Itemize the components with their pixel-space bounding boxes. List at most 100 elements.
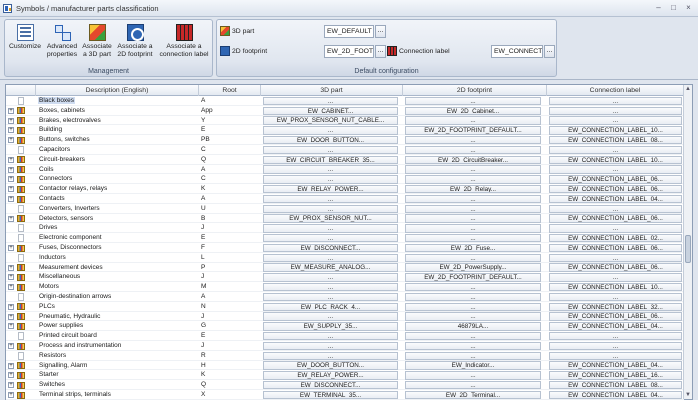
expand-toggle[interactable]: + [8,341,15,351]
description-cell[interactable]: Resistors [38,351,198,361]
expand-toggle[interactable]: + [8,302,15,312]
root-cell[interactable]: X [200,390,260,400]
2d-footprint-button[interactable]: ... [405,96,541,106]
description-cell[interactable]: Switches [38,380,198,390]
3d-part-button[interactable]: ... [263,331,398,341]
expand-icon[interactable]: + [8,156,14,163]
default-2d-footprint-browse-button[interactable]: ... [375,45,386,58]
2d-footprint-button[interactable]: EW_Indicator... [405,361,541,370]
2d-footprint-button[interactable]: ... [405,253,541,262]
expand-toggle[interactable]: + [8,135,15,145]
2d-footprint-button[interactable]: ... [405,380,541,390]
table-row[interactable]: + Buttons, switches PB EW_DOOR_BUTTON......… [6,135,684,145]
3d-part-button[interactable]: EW_CIRCUIT_BREAKER_35... [263,155,398,164]
2d-footprint-button[interactable]: ... [405,204,541,213]
3d-part-button[interactable]: ... [263,351,398,360]
description-cell[interactable]: Measurement devices [38,263,198,273]
root-cell[interactable]: K [200,370,260,380]
expand-toggle[interactable]: + [8,165,15,175]
connection-label-button[interactable]: EW_CONNECTION_LABEL_04... [549,361,682,370]
description-cell[interactable]: PLCs [38,302,198,312]
expand-icon[interactable]: + [8,166,14,173]
connection-label-button[interactable]: ... [549,292,682,302]
default-3d-part-field[interactable]: EW_DEFAULT [324,25,374,38]
associate-2d-footprint-button[interactable]: Associate a 2D footprint [114,24,156,59]
connection-label-button[interactable]: ... [549,273,682,282]
description-cell[interactable]: Origin-destination arrows [38,292,198,302]
2d-footprint-button[interactable]: EW_2D_Relay... [405,184,541,194]
connection-label-button[interactable]: EW_CONNECTION_LABEL_08... [549,380,682,390]
expand-icon[interactable]: + [8,264,14,271]
3d-part-button[interactable]: ... [263,175,398,184]
default-connection-label-field[interactable]: EW_CONNECT [491,45,543,58]
connection-label-button[interactable]: EW_CONNECTION_LABEL_06... [549,263,682,272]
expand-icon[interactable]: + [8,362,14,369]
table-row[interactable]: + Boxes, cabinets App EW_CABINET... EW_2D_Ca… [6,106,684,116]
description-cell[interactable]: Boxes, cabinets [38,106,198,116]
description-cell[interactable]: Electronic component [38,233,198,243]
connection-label-button[interactable]: ... [549,253,682,262]
connection-label-button[interactable]: EW_CONNECTION_LABEL_02... [549,233,682,243]
root-cell[interactable]: K [200,184,260,194]
root-cell[interactable]: J [200,223,260,233]
2d-footprint-button[interactable]: ... [405,116,541,125]
2d-footprint-button[interactable]: EW_2D_PowerSupply... [405,263,541,272]
2d-footprint-button[interactable]: EW_2D_Fuse... [405,243,541,253]
connection-label-button[interactable]: EW_CONNECTION_LABEL_04... [549,194,682,204]
3d-part-button[interactable]: ... [263,204,398,213]
3d-part-button[interactable]: ... [263,145,398,155]
root-cell[interactable]: C [200,174,260,184]
2d-footprint-button[interactable]: ... [405,302,541,311]
2d-footprint-button[interactable]: ... [405,292,541,302]
3d-part-button[interactable]: ... [263,194,398,204]
2d-footprint-button[interactable]: ... [405,331,541,341]
table-row[interactable]: Converters, Inverters U......... [6,204,684,214]
description-cell[interactable]: Terminal strips, terminals [38,390,198,400]
expand-icon[interactable]: + [8,176,14,183]
root-cell[interactable]: A [200,165,260,175]
default-3d-part-browse-button[interactable]: ... [375,25,386,38]
3d-part-button[interactable]: EW_TERMINAL_35... [263,390,398,400]
root-cell[interactable]: E [200,125,260,135]
expand-toggle[interactable]: + [8,263,15,273]
3d-part-button[interactable]: EW_DOOR_BUTTON... [263,135,398,145]
expand-toggle[interactable]: + [8,312,15,322]
description-cell[interactable]: Connectors [38,174,198,184]
3d-part-button[interactable]: EW_SUPPLY_35... [263,322,398,331]
table-row[interactable]: + Power supplies G EW_SUPPLY_35... 46879LA..… [6,321,684,332]
table-row[interactable]: + Measurement devices P EW_MEASURE_ANALOG..… [6,263,684,273]
column-header-2d-footprint[interactable]: 2D footprint [403,85,547,96]
connection-label-button[interactable]: ... [549,165,682,174]
expand-toggle[interactable]: + [8,361,15,371]
table-row[interactable]: + Building E... EW_2D_FOOTPRINT_DEFAULT... E… [6,125,684,136]
table-row[interactable]: + Pneumatic, Hydraulic J...... EW_CONNECTIO… [6,312,684,322]
expand-icon[interactable]: + [8,107,14,114]
root-cell[interactable]: J [200,312,260,322]
expand-toggle[interactable]: + [8,106,15,116]
expand-icon[interactable]: + [8,127,14,134]
maximize-button[interactable]: □ [667,2,680,13]
expand-icon[interactable]: + [8,274,14,281]
connection-label-button[interactable]: EW_CONNECTION_LABEL_06... [549,214,682,223]
3d-part-button[interactable]: ... [263,126,398,135]
expand-toggle[interactable]: + [8,155,15,165]
expand-toggle[interactable]: + [8,282,15,292]
expand-toggle[interactable]: + [8,272,15,282]
2d-footprint-button[interactable]: EW_2D_FOOTPRINT_DEFAULT... [405,273,541,282]
table-row[interactable]: Origin-destination arrows A......... [6,292,684,302]
expand-toggle[interactable]: + [8,380,15,390]
column-header-connection-label[interactable]: Connection label [547,85,684,96]
root-cell[interactable]: A [200,292,260,302]
expand-icon[interactable]: + [8,215,14,222]
customize-button[interactable]: Customize [7,24,43,51]
connection-label-button[interactable]: EW_CONNECTION_LABEL_10... [549,126,682,135]
description-cell[interactable]: Circuit-breakers [38,155,198,165]
root-cell[interactable]: B [200,214,260,224]
description-cell[interactable]: Starter [38,370,198,380]
connection-label-button[interactable]: ... [549,96,682,106]
expand-toggle[interactable] [8,145,15,155]
table-row[interactable]: + Miscellaneous J... EW_2D_FOOTPRINT_DEFAUL… [6,272,684,283]
expand-toggle[interactable]: + [8,390,15,400]
expand-icon[interactable]: + [8,284,14,291]
table-row[interactable]: + Circuit-breakers Q EW_CIRCUIT_BREAKER_35.… [6,155,684,165]
